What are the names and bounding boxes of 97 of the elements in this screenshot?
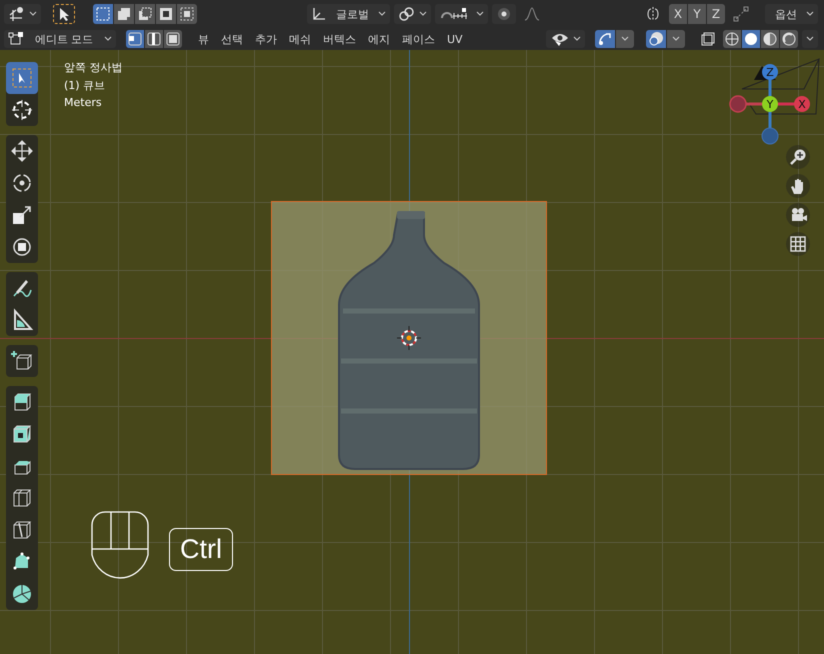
caret-icon [378,11,386,17]
tool-button[interactable] [6,345,38,377]
eye-icon [550,31,570,47]
viewport-info-text: (1) 큐브 [64,78,106,93]
caret-icon [29,11,37,17]
select-mode-button[interactable] [145,30,163,48]
zoom-icon [789,148,807,166]
axis-toggle-button[interactable]: X [669,4,687,24]
box-select-mode-button[interactable] [93,4,113,24]
menu-item[interactable]: 페이스 [396,30,441,48]
pointer-icon [58,7,70,21]
link-rings-icon [398,6,416,22]
editor-mode-dropdown[interactable]: 에디트 모드 [4,30,116,48]
mirror-icon[interactable] [645,6,661,22]
overlay-dropdown[interactable] [667,30,685,48]
box-select-mode-button[interactable] [114,4,134,24]
curve-icon [524,6,540,22]
box-select-mode-button[interactable] [135,4,155,24]
merge-icon [733,6,749,22]
menu-item[interactable]: 메쉬 [283,30,317,48]
menu-item[interactable]: 에지 [362,30,396,48]
axes-icon [8,6,26,22]
options-dropdown[interactable]: 옵션 [765,4,818,24]
mesh-select-icon [128,32,142,46]
x-axis-handle[interactable] [794,96,810,112]
select-mode-icon [95,6,111,22]
pan-button[interactable] [786,174,810,198]
caret-icon [806,36,814,42]
caret-icon [621,36,629,42]
sphere-icon [744,32,758,46]
menu-item[interactable]: 추가 [249,30,283,48]
menu-item[interactable]: 뷰 [192,30,215,48]
caret-icon [573,36,581,42]
z-axis-label: Z [766,66,774,79]
caret-icon [672,36,680,42]
select-tool-icon [10,66,34,90]
gizmo-toggle-button[interactable] [595,30,615,48]
overlay-circles-icon [648,31,664,47]
key-hint: Ctrl [169,528,233,571]
snap-button[interactable] [435,4,488,24]
zoom-button[interactable] [786,145,810,169]
select-mode-button[interactable] [164,30,182,48]
caret-icon [104,36,112,42]
axis-toggle-button[interactable]: Y [688,4,706,24]
gizmo-arrow-icon [597,31,613,47]
box-select-mode-button[interactable] [156,4,176,24]
viewport-info-text: Meters [64,96,103,109]
camera-view-button[interactable] [786,203,810,227]
caret-icon [806,11,814,17]
shading-mode-button[interactable] [780,30,798,48]
gizmo-dropdown[interactable] [616,30,634,48]
move-tool-icon [10,139,34,163]
sphere-icon [782,32,796,46]
caret-icon [419,11,427,17]
visibility-button[interactable] [546,30,585,48]
sphere-icon [725,32,739,46]
shading-dropdown[interactable] [802,30,818,48]
orientation-icon [311,6,327,22]
z-axis-handle[interactable] [762,64,778,80]
select-mode-icon [116,6,132,22]
negative-x-axis-handle[interactable] [729,95,747,113]
grid-icon [789,235,807,253]
select-mode-icon [158,6,174,22]
mesh-select-icon [166,32,180,46]
overlay-toggle-button[interactable] [646,30,666,48]
y-axis-label: Y [766,98,774,111]
editor-type-button[interactable] [4,4,41,24]
edit-mode-icon [8,31,24,47]
mesh-select-icon [147,32,161,46]
viewport-info-text: 앞쪽 정사법 [64,60,122,75]
cursor-tool-icon [10,98,34,122]
sphere-icon [763,32,777,46]
select-mode-icon [137,6,153,22]
menu-item[interactable]: 버텍스 [317,30,362,48]
pivot-point-button[interactable] [394,4,431,24]
negative-z-axis-handle[interactable] [762,128,778,144]
proportional-editing-button[interactable] [492,4,516,24]
y-axis-handle[interactable] [762,96,778,112]
menu-item[interactable]: 선택 [215,30,249,48]
axis-toggle-button[interactable]: Z [707,4,725,24]
camera-icon [789,206,807,224]
shading-mode-button[interactable] [723,30,741,48]
shading-mode-button[interactable] [761,30,779,48]
menu-item[interactable]: UV [441,30,469,48]
grid-view-button[interactable] [786,232,810,256]
shading-mode-button[interactable] [742,30,760,48]
xray-squares-icon [701,32,715,46]
x-axis-label: X [798,98,806,111]
box-select-mode-button[interactable] [177,4,197,24]
3d-cursor-icon [397,326,421,350]
select-tool-button[interactable] [53,4,75,24]
transform-orientation-dropdown[interactable]: 글로벌 [307,4,390,24]
select-mode-button[interactable] [126,30,144,48]
select-mode-icon [179,6,195,22]
caret-icon [476,11,484,17]
dot-ring-icon [496,6,512,22]
spin-tool-icon [10,582,34,606]
